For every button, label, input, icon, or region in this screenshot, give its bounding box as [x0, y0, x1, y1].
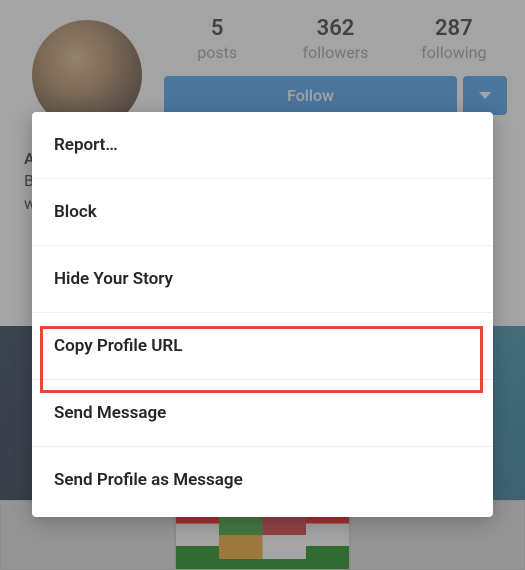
menu-report[interactable]: Report…: [32, 112, 493, 179]
menu-hide-story[interactable]: Hide Your Story: [32, 246, 493, 313]
menu-send-message[interactable]: Send Message: [32, 380, 493, 447]
menu-copy-profile-url[interactable]: Copy Profile URL: [32, 313, 493, 380]
menu-block[interactable]: Block: [32, 179, 493, 246]
action-sheet: Report… Block Hide Your Story Copy Profi…: [32, 112, 493, 517]
menu-send-profile-as-message[interactable]: Send Profile as Message: [32, 447, 493, 513]
